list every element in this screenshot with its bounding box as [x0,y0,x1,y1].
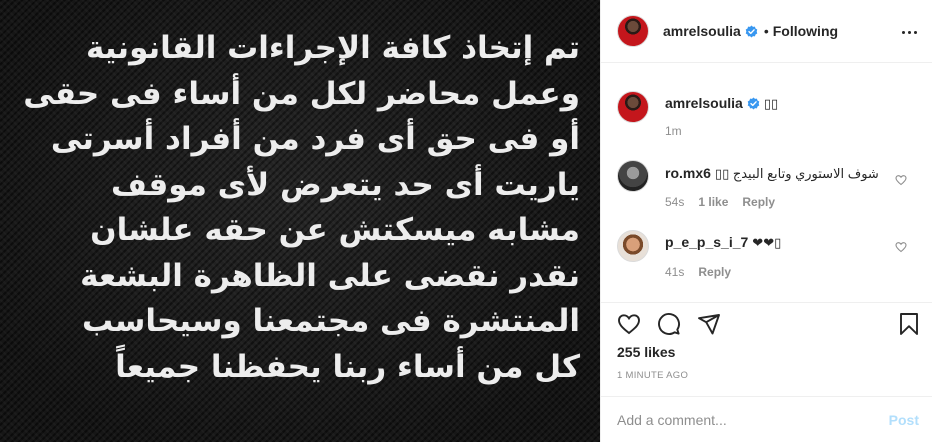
comment-username[interactable]: p_e_p_s_i_7 [665,234,748,250]
comment-icon[interactable] [657,312,681,336]
add-comment-bar: Post [601,396,932,442]
post-timestamp[interactable]: 1 MINUTE AGO [617,370,688,381]
avatar[interactable] [617,160,649,192]
following-button[interactable]: Following [773,23,838,39]
share-icon[interactable] [697,312,721,336]
image-text-line: ياريت أى حد يتعرض لأى موقف [111,166,580,203]
comment-meta: 41s Reply [665,265,731,279]
separator-dot: • [763,23,769,39]
post-button[interactable]: Post [889,412,919,428]
caption-username[interactable]: amrelsoulia [665,95,743,111]
post-header: amrelsoulia • Following [601,0,932,63]
bookmark-icon[interactable] [897,312,921,336]
avatar[interactable] [617,91,649,123]
comment-username[interactable]: ro.mx6 [665,165,711,181]
comment-input[interactable] [617,411,867,428]
caption-row: amrelsoulia ▯▯ 1m [617,91,923,141]
comment-text: p_e_p_s_i_7 ❤❤▯ [665,233,781,252]
comment-meta: 54s 1 like Reply [665,195,775,209]
comment-body: ❤❤▯ [752,235,782,250]
image-text-line: نقدر نقضى على الظاهرة البشعة [80,257,580,294]
caption-text: amrelsoulia ▯▯ [665,94,778,113]
likes-count[interactable]: 255 likes [617,344,675,360]
image-text-line: وعمل محاضر لكل من أساء فى حقى [23,75,580,112]
image-text-line: أو فى حق أى فرد من أفراد أسرتى [50,121,580,157]
image-text-line: مشابه ميسكتش عن حقه علشان [90,212,580,248]
avatar[interactable] [617,230,649,262]
image-text-line: كل من أساء ربنا يحفظنا جميعاً [115,348,580,385]
comment-item: p_e_p_s_i_7 ❤❤▯ 41s Reply [617,230,923,280]
comment-text: ro.mx6 شوف الاستوري وتابع البيدج ▯▯ [665,164,879,183]
reply-button[interactable]: Reply [698,265,731,279]
verified-badge-icon [747,97,760,110]
image-text-line: المنتشرة فى مجتمعنا وسيحاسب [82,303,580,339]
post-image[interactable]: تم إتخاذ كافة الإجراءات القانونية وعمل م… [0,0,600,442]
post-image-text: تم إتخاذ كافة الإجراءات القانونية وعمل م… [23,26,580,390]
comment-time[interactable]: 41s [665,265,684,279]
verified-badge-icon [745,25,758,37]
heart-icon[interactable] [617,312,641,336]
comment-body: شوف الاستوري وتابع البيدج ▯▯ [714,166,879,181]
heart-icon[interactable] [895,174,907,186]
caption-time[interactable]: 1m [665,124,682,138]
reply-button[interactable]: Reply [742,195,775,209]
comment-time[interactable]: 54s [665,195,684,209]
action-bar [601,302,932,342]
avatar[interactable] [617,15,649,47]
header-username[interactable]: amrelsoulia [663,23,741,39]
comment-item: ro.mx6 شوف الاستوري وتابع البيدج ▯▯ 54s 1 … [617,160,923,210]
heart-icon[interactable] [895,241,907,253]
post-side-panel: amrelsoulia • Following amrelsoulia ▯▯ 1m… [600,0,932,442]
more-options-icon[interactable] [901,24,919,40]
comment-likes[interactable]: 1 like [698,195,728,209]
caption-body: ▯▯ [763,96,779,111]
comments-list: amrelsoulia ▯▯ 1m ro.mx6 شوف الاستوري وتاب… [601,64,932,302]
image-text-line: تم إتخاذ كافة الإجراءات القانونية [85,30,580,66]
